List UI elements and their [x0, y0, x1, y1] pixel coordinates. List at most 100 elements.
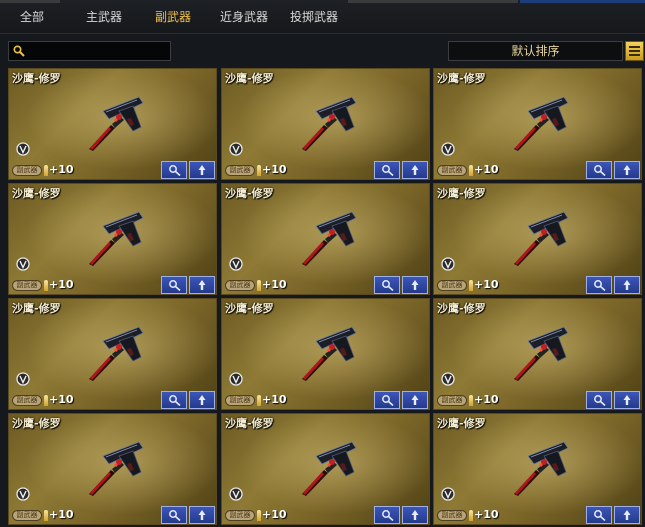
pistol-knife-icon: [89, 441, 144, 496]
bullet-icon: [44, 165, 48, 176]
bullet-icon: [257, 395, 261, 406]
modify-button[interactable]: [586, 391, 612, 409]
bullet-icon: [469, 165, 473, 176]
sort-dropdown[interactable]: 默认排序: [448, 41, 623, 61]
arrow-up-icon: [411, 395, 419, 405]
weapon-card[interactable]: 沙鹰-修罗 副武器 +10: [221, 298, 430, 410]
modify-button[interactable]: [161, 276, 187, 294]
v-grade-icon: [441, 372, 455, 386]
weapon-name: 沙鹰-修罗: [12, 417, 61, 430]
arrow-up-icon: [198, 165, 206, 175]
weapon-card[interactable]: 沙鹰-修罗 副武器 +10: [8, 298, 217, 410]
weapon-name: 沙鹰-修罗: [437, 72, 486, 85]
weapon-card[interactable]: 沙鹰-修罗 副武器 +10: [8, 413, 217, 525]
modify-button[interactable]: [586, 506, 612, 524]
v-grade-icon: [441, 257, 455, 271]
weapon-card[interactable]: 沙鹰-修罗 副武器 +10: [221, 413, 430, 525]
modify-button[interactable]: [586, 161, 612, 179]
wrench-gear-icon: [382, 165, 394, 176]
wrench-gear-icon: [382, 395, 394, 406]
wrench-gear-icon: [594, 280, 606, 291]
weapon-card[interactable]: 沙鹰-修罗 副武器 +10: [8, 68, 217, 180]
weapon-card[interactable]: 沙鹰-修罗 副武器 +10: [8, 183, 217, 295]
modify-button[interactable]: [161, 506, 187, 524]
tab-primary-weapons[interactable]: 主武器: [78, 4, 130, 30]
arrow-up-icon: [198, 510, 206, 520]
weapon-name: 沙鹰-修罗: [225, 72, 274, 85]
modify-button[interactable]: [374, 161, 400, 179]
arrow-up-icon: [411, 510, 419, 520]
weapon-card[interactable]: 沙鹰-修罗 副武器 +10: [433, 413, 642, 525]
upgrade-button[interactable]: [614, 161, 640, 179]
upgrade-button[interactable]: [402, 161, 428, 179]
v-grade-icon: [229, 142, 243, 156]
wrench-gear-icon: [169, 165, 181, 176]
arrow-up-icon: [198, 395, 206, 405]
weapon-card[interactable]: 沙鹰-修罗 副武器 +10: [433, 68, 642, 180]
upgrade-button[interactable]: [402, 391, 428, 409]
upgrade-button[interactable]: [614, 391, 640, 409]
weapon-name: 沙鹰-修罗: [12, 187, 61, 200]
weapon-type-tag: 副武器: [12, 510, 42, 521]
upgrade-button[interactable]: [402, 276, 428, 294]
bullet-icon: [257, 510, 261, 521]
pistol-knife-icon: [302, 211, 357, 266]
tab-bar-decoration: [0, 0, 60, 3]
modify-button[interactable]: [586, 276, 612, 294]
weapon-name: 沙鹰-修罗: [225, 302, 274, 315]
weapon-name: 沙鹰-修罗: [225, 187, 274, 200]
enhance-level: +10: [262, 163, 287, 176]
modify-button[interactable]: [374, 391, 400, 409]
modify-button[interactable]: [374, 276, 400, 294]
enhance-level: +10: [262, 393, 287, 406]
upgrade-button[interactable]: [189, 506, 215, 524]
menu-icon[interactable]: [625, 41, 644, 61]
upgrade-button[interactable]: [189, 391, 215, 409]
weapon-type-tag: 副武器: [437, 510, 467, 521]
upgrade-button[interactable]: [402, 506, 428, 524]
search-input[interactable]: [8, 41, 171, 61]
upgrade-button[interactable]: [189, 276, 215, 294]
tab-all[interactable]: 全部: [10, 4, 54, 30]
modify-button[interactable]: [161, 161, 187, 179]
pistol-knife-icon: [89, 211, 144, 266]
enhance-level: +10: [49, 393, 74, 406]
arrow-up-icon: [411, 280, 419, 290]
wrench-gear-icon: [382, 280, 394, 291]
upgrade-button[interactable]: [189, 161, 215, 179]
weapon-card[interactable]: 沙鹰-修罗 副武器 +10: [433, 298, 642, 410]
tab-bar-decoration: [520, 0, 645, 3]
search-icon: [13, 45, 25, 57]
v-grade-icon: [229, 487, 243, 501]
upgrade-button[interactable]: [614, 276, 640, 294]
pistol-knife-icon: [514, 96, 569, 151]
enhance-level: +10: [474, 393, 499, 406]
tab-secondary-weapons[interactable]: 副武器: [147, 4, 199, 30]
enhance-level: +10: [262, 278, 287, 291]
wrench-gear-icon: [169, 395, 181, 406]
bullet-icon: [257, 280, 261, 291]
pistol-knife-icon: [514, 211, 569, 266]
tab-melee-weapons[interactable]: 近身武器: [213, 4, 275, 30]
upgrade-button[interactable]: [614, 506, 640, 524]
weapon-card[interactable]: 沙鹰-修罗 副武器 +10: [221, 183, 430, 295]
weapon-card[interactable]: 沙鹰-修罗 副武器 +10: [433, 183, 642, 295]
pistol-knife-icon: [514, 441, 569, 496]
wrench-gear-icon: [169, 280, 181, 291]
weapon-name: 沙鹰-修罗: [437, 302, 486, 315]
modify-button[interactable]: [374, 506, 400, 524]
bullet-icon: [469, 280, 473, 291]
wrench-gear-icon: [382, 510, 394, 521]
tab-throwing-weapons[interactable]: 投掷武器: [283, 4, 345, 30]
tab-bar-decoration: [348, 0, 518, 3]
pistol-knife-icon: [89, 96, 144, 151]
weapon-type-tag: 副武器: [225, 395, 255, 406]
weapon-name: 沙鹰-修罗: [437, 417, 486, 430]
wrench-gear-icon: [594, 510, 606, 521]
weapon-type-tag: 副武器: [225, 165, 255, 176]
modify-button[interactable]: [161, 391, 187, 409]
weapon-category-tabs: 全部 主武器 副武器 近身武器 投掷武器: [0, 0, 645, 34]
weapon-type-tag: 副武器: [437, 280, 467, 291]
v-grade-icon: [16, 142, 30, 156]
weapon-card[interactable]: 沙鹰-修罗 副武器 +10: [221, 68, 430, 180]
